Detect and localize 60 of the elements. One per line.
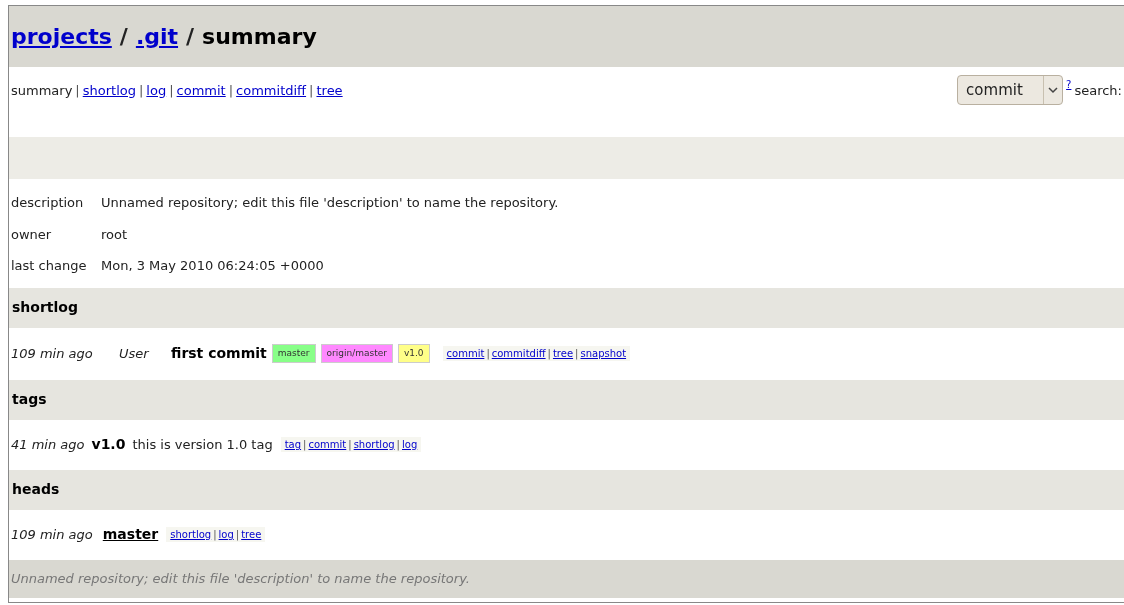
property-value: Unnamed repository; edit this file 'description' to name the repository.: [101, 194, 559, 212]
separator: |: [213, 528, 217, 542]
chevron-down-icon: [1048, 86, 1059, 94]
separator: |: [138, 82, 144, 100]
tag-age: 41 min ago: [11, 435, 85, 454]
breadcrumb-link[interactable]: .git: [135, 20, 179, 53]
separator: |: [75, 82, 80, 100]
nav-link[interactable]: commitdiff: [236, 81, 307, 101]
separator: |: [228, 82, 234, 100]
action-link[interactable]: log: [218, 527, 234, 542]
property-label: owner: [11, 225, 53, 244]
path-separator: /: [186, 23, 195, 51]
tag-comment: this is version 1.0 tag: [132, 435, 273, 454]
separator: |: [396, 438, 400, 452]
help-link[interactable]: ?: [1066, 77, 1072, 92]
action-link[interactable]: commit: [446, 346, 485, 361]
section-header: tags: [9, 379, 1124, 420]
separator: |: [303, 438, 307, 452]
action-link[interactable]: tree: [552, 346, 574, 361]
property-label: last change: [11, 257, 88, 275]
nav-link[interactable]: shortlog: [82, 81, 136, 101]
action-link[interactable]: shortlog: [170, 527, 212, 542]
page-footer: Unnamed repository; edit this file 'description' to name the repository.: [9, 559, 1124, 598]
path-separator: /: [119, 23, 128, 51]
action-link[interactable]: commitdiff: [491, 346, 546, 361]
ref-tag[interactable]: v1.0: [397, 343, 430, 364]
separator: |: [169, 82, 174, 100]
action-link[interactable]: snapshot: [580, 346, 627, 361]
breadcrumb-current: summary: [202, 23, 317, 51]
commit-age: 109 min ago: [11, 344, 94, 363]
head-age: 109 min ago: [11, 525, 93, 544]
separator: |: [235, 528, 240, 542]
ref-tag[interactable]: origin/master: [320, 343, 393, 364]
action-link[interactable]: tag: [284, 437, 302, 452]
search-label: search:: [1074, 82, 1122, 100]
action-link[interactable]: log: [402, 437, 418, 452]
breadcrumb-link[interactable]: projects: [11, 20, 112, 53]
action-link[interactable]: tree: [241, 527, 262, 542]
separator: |: [486, 347, 490, 361]
section-header: heads: [9, 469, 1124, 510]
commit-subject[interactable]: first commit: [171, 343, 267, 364]
nav-link[interactable]: log: [146, 81, 167, 101]
separator: |: [309, 82, 314, 100]
ref-tag[interactable]: master: [271, 343, 316, 364]
action-link[interactable]: shortlog: [353, 437, 395, 452]
property-value: Mon, 3 May 2010 06:24:05 +0000: [101, 257, 324, 275]
nav-link[interactable]: tree: [316, 81, 343, 101]
nav-link[interactable]: summary: [11, 81, 73, 101]
property-label: description: [11, 194, 85, 212]
separator: |: [575, 347, 579, 361]
tag-name[interactable]: v1.0: [91, 434, 126, 455]
separator: |: [348, 438, 352, 452]
section-header: shortlog: [9, 287, 1124, 328]
separator: |: [547, 347, 551, 361]
nav-link[interactable]: commit: [176, 81, 226, 101]
commit-author: User: [119, 344, 150, 363]
property-value: root: [101, 225, 128, 244]
head-name[interactable]: master: [102, 524, 159, 545]
action-link[interactable]: commit: [308, 437, 347, 452]
search-type-select[interactable]: commit: [957, 75, 1064, 105]
